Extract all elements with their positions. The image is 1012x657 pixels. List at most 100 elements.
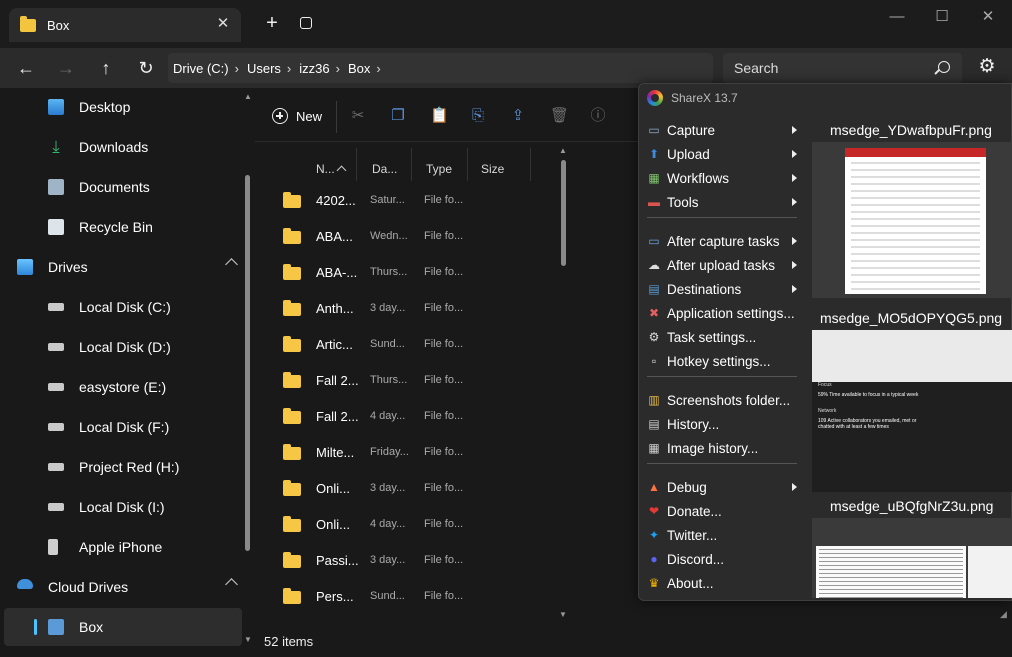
up-button[interactable]: ↑	[95, 57, 117, 79]
sidebar-item-local-disk-d[interactable]: Local Disk (D:)	[0, 328, 240, 366]
new-tab-button[interactable]: +	[262, 13, 282, 33]
column-header-size[interactable]: Size	[481, 162, 504, 176]
list-scroll-down-icon[interactable]: ▼	[558, 610, 568, 619]
sidebar-item-local-disk-i[interactable]: Local Disk (I:)	[0, 488, 240, 526]
column-header-date[interactable]: Da...	[372, 162, 397, 176]
screenshot-thumbnail[interactable]: Focus 59% Time available to focus in a t…	[812, 330, 1012, 492]
tab-box[interactable]: Box ✕	[9, 8, 241, 42]
breadcrumb-drive[interactable]: Drive (C:)	[173, 61, 229, 76]
file-row[interactable]: Fall 2... Thurs... File fo...	[264, 363, 564, 399]
sidebar-scroll-down-icon[interactable]: ▼	[243, 635, 253, 644]
folder-icon	[283, 480, 301, 496]
column-header-type[interactable]: Type	[426, 162, 452, 176]
sidebar-item-project-red-h[interactable]: Project Red (H:)	[0, 448, 240, 486]
screenshot-thumbnail[interactable]: WELLS FARGO	[812, 142, 1012, 298]
list-scroll-up-icon[interactable]: ▲	[558, 146, 568, 155]
sharex-menu-image-history[interactable]: ▦ Image history...	[647, 436, 801, 460]
forward-button[interactable]: →	[55, 57, 77, 79]
refresh-button[interactable]: ↻	[135, 57, 157, 79]
sidebar-item-local-disk-f[interactable]: Local Disk (F:)	[0, 408, 240, 446]
thumbnail-filename[interactable]: msedge_MO5dOPYQG5.png	[820, 310, 1002, 326]
sharex-menu-history[interactable]: ▤ History...	[647, 412, 801, 436]
thumbnail-content-area: Focus 59% Time available to focus in a t…	[812, 382, 1012, 492]
breadcrumb-user[interactable]: izz36	[299, 61, 329, 76]
sharex-menu-hotkey-settings[interactable]: ▫ Hotkey settings...	[647, 349, 801, 373]
chevron-up-icon[interactable]	[225, 578, 238, 591]
copy-icon[interactable]: ❐	[390, 108, 406, 124]
file-row[interactable]: ABA... Wedn... File fo...	[264, 219, 564, 255]
file-row[interactable]: ABA-... Thurs... File fo...	[264, 255, 564, 291]
new-button[interactable]: New	[272, 108, 322, 124]
thumbnail-filename[interactable]: msedge_uBQfgNrZ3u.png	[830, 498, 993, 514]
file-row[interactable]: Fall 2... 4 day... File fo...	[264, 399, 564, 435]
file-row[interactable]: Artic... Sund... File fo...	[264, 327, 564, 363]
cut-icon[interactable]: ✂	[350, 108, 366, 124]
maximize-button[interactable]: ☐	[932, 8, 952, 26]
address-bar[interactable]: Drive (C:) › Users › izz36 › Box ›	[168, 53, 713, 83]
file-list-scrollbar[interactable]	[561, 160, 566, 266]
breadcrumb-users[interactable]: Users	[247, 61, 281, 76]
sidebar-scroll-up-icon[interactable]: ▲	[243, 92, 253, 101]
sharex-menu-tools[interactable]: ▬ Tools	[647, 190, 801, 214]
sharex-menu-workflows[interactable]: ▦ Workflows	[647, 166, 801, 190]
sidebar-item-local-disk-c[interactable]: Local Disk (C:)	[0, 288, 240, 326]
sharex-menu-discord[interactable]: ● Discord...	[647, 547, 801, 571]
file-row[interactable]: Onli... 4 day... File fo...	[264, 507, 564, 543]
sharex-menu-capture[interactable]: ▭ Capture	[647, 118, 801, 142]
screenshot-thumbnail[interactable]	[812, 518, 1012, 598]
sidebar-item-cloud-drives[interactable]: Cloud Drives	[0, 568, 240, 606]
sharex-menu-twitter[interactable]: ✦ Twitter...	[647, 523, 801, 547]
sharex-menu-after-capture-tasks[interactable]: ▭ After capture tasks	[647, 229, 801, 253]
chevron-up-icon[interactable]	[225, 258, 238, 271]
file-row[interactable]: Anth... 3 day... File fo...	[264, 291, 564, 327]
info-icon[interactable]: ⓘ	[590, 108, 606, 124]
share-icon[interactable]: ⇪	[510, 108, 526, 124]
sharex-menu-about[interactable]: ♛ About...	[647, 571, 801, 595]
settings-gear-icon[interactable]: ⚙	[976, 56, 998, 78]
file-type: File fo...	[424, 590, 464, 602]
sidebar-item-easystore-e[interactable]: easystore (E:)	[0, 368, 240, 406]
column-divider[interactable]	[356, 148, 357, 181]
sharex-menu-task-settings[interactable]: ⚙ Task settings...	[647, 325, 801, 349]
back-button[interactable]: ←	[15, 57, 37, 79]
twitter-icon: ✦	[648, 528, 660, 542]
sidebar-item-documents[interactable]: Documents	[0, 168, 240, 206]
thumbnail-line	[851, 211, 980, 213]
sidebar-item-drives[interactable]: Drives	[0, 248, 240, 286]
sharex-menu-application-settings[interactable]: ✖ Application settings...	[647, 301, 801, 325]
paste-icon[interactable]: 📋	[430, 108, 449, 124]
tab-list-button[interactable]	[300, 17, 312, 29]
delete-icon[interactable]: 🗑	[550, 108, 569, 124]
file-row[interactable]: 4202... Satur... File fo...	[264, 183, 564, 219]
breadcrumb-box[interactable]: Box	[348, 61, 370, 76]
search-icon[interactable]	[938, 61, 950, 73]
sharex-menu-destinations[interactable]: ▤ Destinations	[647, 277, 801, 301]
rename-icon[interactable]: ⎘	[470, 108, 486, 124]
file-row[interactable]: Onli... 3 day... File fo...	[264, 471, 564, 507]
column-divider[interactable]	[467, 148, 468, 181]
sidebar-item-desktop[interactable]: Desktop	[0, 88, 240, 126]
sidebar-item-box[interactable]: Box	[4, 608, 242, 646]
file-row[interactable]: Milte... Friday... File fo...	[264, 435, 564, 471]
search-input[interactable]: Search	[723, 53, 962, 83]
file-row[interactable]: Pers... Sund... File fo...	[264, 579, 564, 615]
thumbnail-filename[interactable]: msedge_YDwafbpuFr.png	[830, 122, 992, 138]
sidebar-scrollbar[interactable]	[245, 175, 250, 551]
file-name: Fall 2...	[316, 409, 359, 424]
sharex-menu-debug[interactable]: ▲ Debug	[647, 475, 801, 499]
column-header-name[interactable]: N...	[316, 162, 347, 176]
tab-close-button[interactable]: ✕	[215, 16, 231, 32]
sidebar-item-downloads[interactable]: ⤓ Downloads	[0, 128, 240, 166]
sidebar-item-recycle-bin[interactable]: Recycle Bin	[0, 208, 240, 246]
sharex-menu-donate[interactable]: ❤ Donate...	[647, 499, 801, 523]
close-window-button[interactable]: ✕	[978, 8, 998, 26]
column-divider[interactable]	[530, 148, 531, 181]
file-row[interactable]: Passi... 3 day... File fo...	[264, 543, 564, 579]
sharex-menu-screenshots-folder[interactable]: ▥ Screenshots folder...	[647, 388, 801, 412]
sharex-menu-after-upload-tasks[interactable]: ☁ After upload tasks	[647, 253, 801, 277]
minimize-button[interactable]: —	[887, 8, 907, 26]
sharex-menu-upload[interactable]: ⬆ Upload	[647, 142, 801, 166]
sidebar-item-apple-iphone[interactable]: Apple iPhone	[0, 528, 240, 566]
resize-grip-icon[interactable]: ◢	[1000, 609, 1010, 619]
column-divider[interactable]	[411, 148, 412, 181]
